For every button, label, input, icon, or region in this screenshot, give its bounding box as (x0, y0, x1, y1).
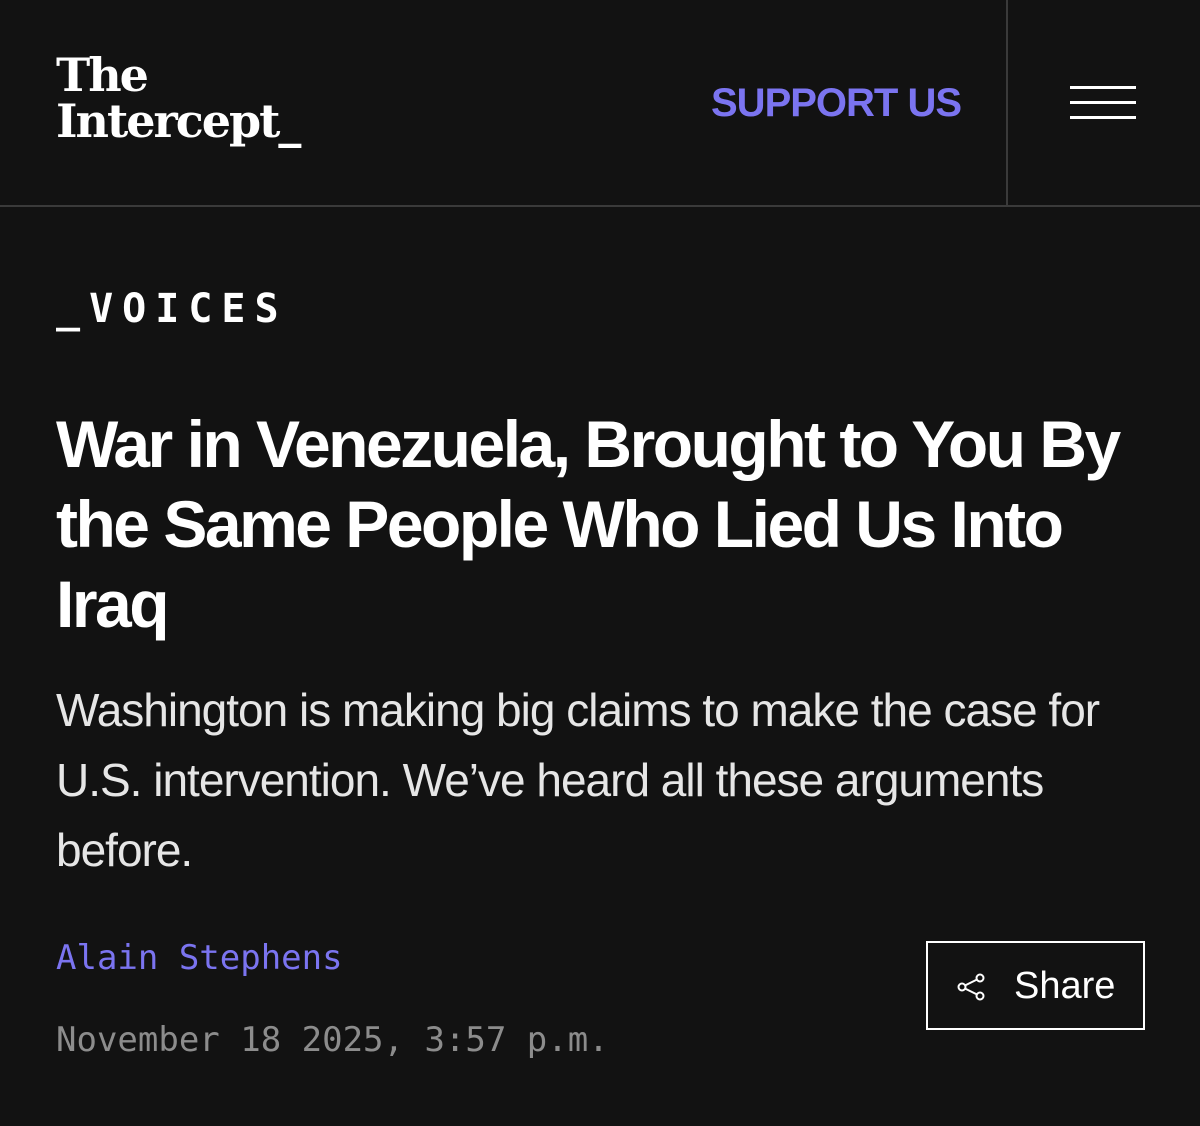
site-header: The Intercept_ SUPPORT US (0, 0, 1200, 207)
logo-line-1: The (56, 48, 149, 102)
header-divider (1006, 0, 1008, 207)
hamburger-menu-icon (1070, 86, 1136, 89)
logo-line-2: Intercept_ (56, 94, 301, 148)
section-kicker[interactable]: _VOICES (56, 285, 288, 333)
share-button[interactable]: Share (926, 941, 1145, 1030)
hamburger-menu-icon-bar-2 (1070, 101, 1136, 104)
article-dek: Washington is making big claims to make … (56, 684, 1100, 876)
menu-button[interactable] (1070, 86, 1136, 120)
hamburger-menu-icon-bar-3 (1070, 116, 1136, 119)
author-link[interactable]: Alain Stephens (56, 936, 343, 980)
support-us-link[interactable]: SUPPORT US (711, 80, 962, 126)
share-label: Share (1014, 965, 1116, 1007)
article-headline: War in Venezuela, Brought to You By the … (56, 407, 1121, 641)
site-logo[interactable]: The Intercept_ (56, 48, 301, 148)
share-icon (957, 973, 985, 1001)
publish-date: November 18 2025, 3:57 p.m. (56, 1020, 609, 1060)
